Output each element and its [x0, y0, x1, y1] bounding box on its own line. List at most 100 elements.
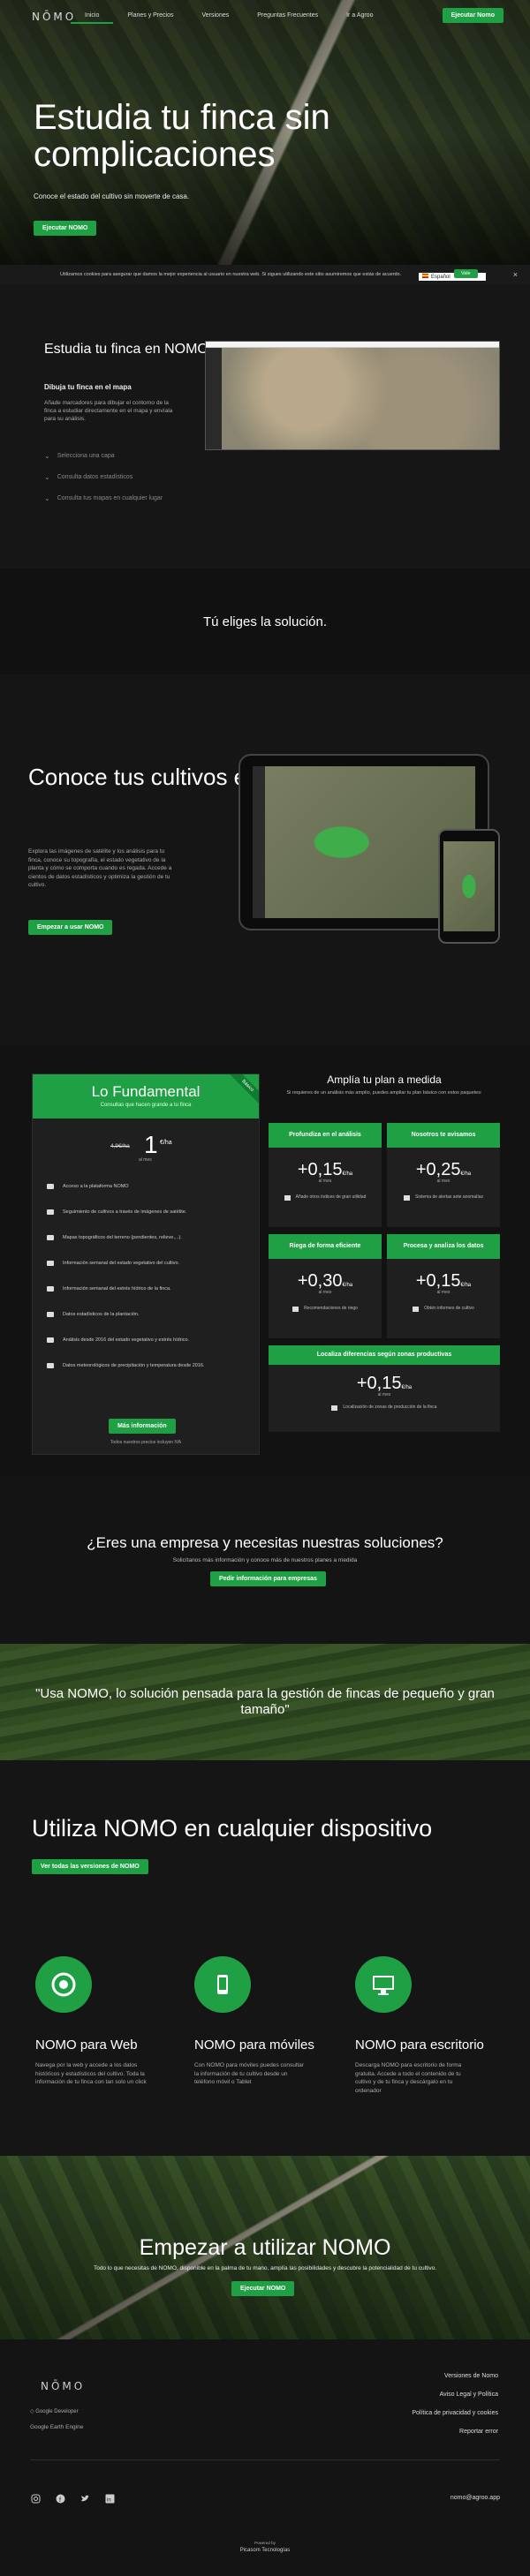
- addon-card: Profundiza en el análisis +0,15€/ha al m…: [269, 1123, 382, 1227]
- addon-value: +0,15: [356, 1374, 402, 1393]
- chrome-icon: [35, 1956, 92, 2013]
- feature-icon: [47, 1285, 54, 1292]
- addon-unit: €/ha: [401, 1385, 413, 1390]
- devices-title: Utiliza NOMO en cualquier dispositivo: [32, 1815, 433, 1842]
- addon-desc: Obtén informes de cultivo: [387, 1306, 500, 1312]
- start-title: Empezar a utilizar NOMO: [139, 2235, 391, 2260]
- zones-icon: [331, 1405, 338, 1411]
- addon-desc-text: Añade otros índices de gran utilidad: [295, 1194, 367, 1200]
- feature-icon: [47, 1209, 54, 1215]
- expand-plan: Amplía tu plan a medida Si requieres de …: [269, 1073, 500, 1096]
- hero-run-button[interactable]: Ejecutar NOMO: [34, 221, 97, 236]
- instagram-icon[interactable]: [30, 2493, 41, 2504]
- addon-period: al mes: [377, 1392, 391, 1397]
- alert-icon: [404, 1194, 410, 1201]
- nav-link-inicio[interactable]: Inicio: [71, 9, 114, 24]
- app-sidebar: [206, 348, 222, 449]
- plan-more-info-button[interactable]: Más información: [109, 1419, 176, 1434]
- addon-desc: Añade otros índices de gran utilidad: [269, 1194, 382, 1201]
- addon-value: +0,25: [415, 1160, 461, 1179]
- devices-section: Utiliza NOMO en cualquier dispositivo Ve…: [0, 1760, 530, 2156]
- social-links: f in: [30, 2493, 129, 2504]
- footer-links: Versiones de Nomo Aviso Legal y Política…: [412, 2373, 498, 2447]
- nomo-logo[interactable]: NŌMO: [32, 11, 76, 23]
- plan-feature: Mapas topográficos del terreno (pendient…: [47, 1224, 259, 1250]
- addon-card: Riega de forma eficiente +0,30€/ha al me…: [269, 1234, 382, 1338]
- feature-item[interactable]: ⌄ Selecciona una capa: [44, 452, 186, 460]
- phone-mockup: [438, 829, 500, 944]
- device-body: Con NOMO para móviles puedes consultar l…: [194, 2062, 304, 2085]
- powered-by-company[interactable]: Picasom Tecnologías: [0, 2548, 530, 2553]
- addon-title: Localiza diferencias según zonas product…: [269, 1345, 500, 1365]
- nav-link-faq[interactable]: Preguntas Frecuentes: [243, 9, 332, 24]
- footer-link-versions[interactable]: Versiones de Nomo: [412, 2373, 498, 2379]
- cookie-close-icon[interactable]: ×: [513, 270, 518, 279]
- price-unit: €/ha: [160, 1140, 172, 1146]
- tagline: Tú eliges la solución.: [0, 569, 530, 674]
- addon-period: al mes: [436, 1179, 450, 1184]
- study-subtitle: Dibuja tu finca en el mapa: [44, 383, 132, 391]
- quote-text: "Usa NOMO, lo solución pensada para la g…: [35, 1686, 495, 1717]
- plan-header: Lo Fundamental Consultas que hacen grand…: [33, 1074, 259, 1119]
- addon-price: +0,30€/ha: [269, 1271, 382, 1292]
- linkedin-icon[interactable]: in: [104, 2493, 115, 2504]
- plan-feature: Datos meteorológicos de precipitación y …: [47, 1352, 259, 1378]
- versions-button[interactable]: Ver todas las versiones de NOMO: [32, 1859, 148, 1874]
- feature-item[interactable]: ⌄ Consulta datos estadísticos: [44, 473, 186, 481]
- desktop-monitor-icon: [355, 1956, 412, 2013]
- facebook-icon[interactable]: f: [55, 2493, 65, 2504]
- footer-link-report[interactable]: Reportar error: [412, 2429, 498, 2435]
- addon-desc: Recomendaciones de riego: [269, 1306, 382, 1312]
- addon-value: +0,30: [297, 1271, 343, 1291]
- addon-desc-text: Obtén informes de cultivo: [424, 1306, 474, 1311]
- addon-desc: Localización de zonas de producción de l…: [269, 1405, 500, 1411]
- contact-email[interactable]: nomo@agroo.app: [450, 2495, 500, 2501]
- svg-text:in: in: [107, 2497, 111, 2503]
- run-nomo-nav-button[interactable]: Ejecutar Nomo: [442, 8, 504, 23]
- feature-label: Selecciona una capa: [57, 453, 115, 459]
- device-body: Navega por la web y accede a los datos h…: [35, 2062, 147, 2085]
- nav-link-versiones[interactable]: Versiones: [187, 9, 243, 24]
- addon-value: +0,15: [297, 1160, 343, 1179]
- addon-price: +0,15€/ha: [387, 1271, 500, 1292]
- expand-title: Amplía tu plan a medida: [327, 1073, 442, 1086]
- company-info-button[interactable]: Pedir información para empresas: [210, 1571, 326, 1586]
- feature-item[interactable]: ⌄ Consulta tus mapas en cualquier lugar: [44, 494, 186, 502]
- plan-feature-text: Acceso a la plataforma NOMO: [63, 1183, 129, 1189]
- plan-feature-text: Mapas topográficos del terreno (pendient…: [63, 1234, 182, 1240]
- phone-map: [443, 841, 495, 931]
- feature-icon: [47, 1362, 54, 1368]
- plans-section: Lo Fundamental Consultas que hacen grand…: [0, 1045, 530, 1476]
- device-title: NOMO para escritorio: [355, 2037, 484, 2053]
- addon-unit: €/ha: [342, 1171, 353, 1177]
- plan-feature-text: Seguimiento de cultivos a través de imág…: [63, 1209, 187, 1215]
- addon-card: Localiza diferencias según zonas product…: [269, 1345, 500, 1432]
- nav-link-agroo[interactable]: Ir a Agroo: [332, 9, 387, 24]
- footer-link-legal[interactable]: Aviso Legal y Política: [412, 2391, 498, 2398]
- addon-period: al mes: [436, 1290, 450, 1295]
- plan-feature-list: Acceso a la plataforma NOMO Seguimiento …: [33, 1173, 259, 1378]
- language-label: Español: [431, 275, 450, 280]
- addon-desc-text: Localización de zonas de producción de l…: [343, 1405, 437, 1410]
- addon-price: +0,15€/ha: [269, 1160, 382, 1180]
- nav-link-planes[interactable]: Planes y Precios: [113, 9, 187, 24]
- addon-unit: €/ha: [460, 1283, 472, 1288]
- tablet-sidebar: [253, 766, 265, 918]
- footer-divider: [30, 2459, 500, 2460]
- start-run-button[interactable]: Ejecutar NOMO: [231, 2281, 295, 2296]
- footer-link-privacy[interactable]: Política de privacidad y cookies: [412, 2410, 498, 2416]
- start-subtitle: Todo lo que necesitas de NOMO, disponibl…: [93, 2265, 437, 2271]
- twitter-icon[interactable]: [80, 2493, 90, 2504]
- cookie-text: Utilizamos cookies para asegurar que dam…: [60, 272, 402, 277]
- device-title: NOMO para móviles: [194, 2037, 314, 2053]
- plan-feature-text: Análisis desde 2016 del estado vegetativ…: [63, 1337, 190, 1343]
- hero-section: Estudia tu finca sin complicaciones Cono…: [0, 0, 530, 265]
- chevron-down-icon: ⌄: [44, 473, 50, 481]
- feature-label: Consulta tus mapas en cualquier lugar: [57, 495, 163, 501]
- plan-feature: Datos estadísticos de la plantación.: [47, 1301, 259, 1327]
- footer-logo[interactable]: NŌMO: [41, 2380, 85, 2392]
- feature-label: Consulta datos estadísticos: [57, 474, 133, 480]
- svg-text:f: f: [59, 2497, 61, 2504]
- cookie-accept-button[interactable]: Vale: [454, 269, 478, 278]
- start-using-button[interactable]: Empezar a usar NOMO: [28, 920, 113, 935]
